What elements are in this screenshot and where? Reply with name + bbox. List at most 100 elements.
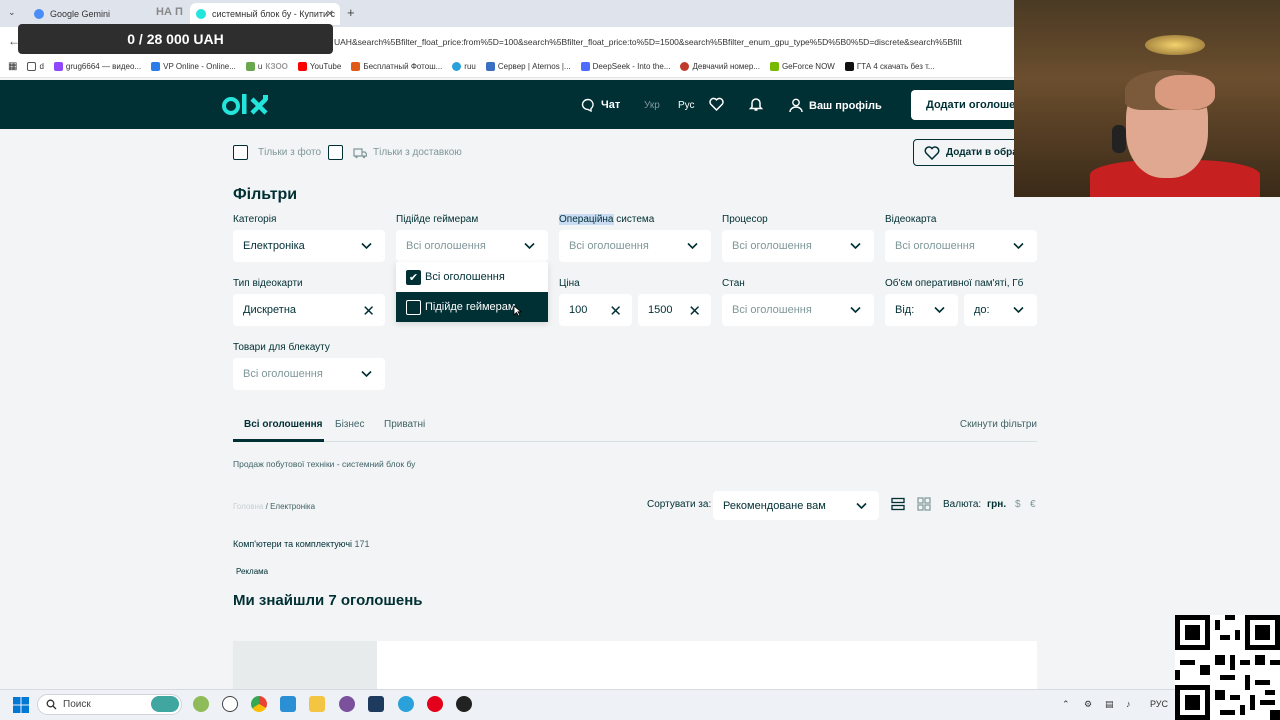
dropdown-option-gamers[interactable]: Підійде геймерам xyxy=(396,292,548,322)
gamers-label: Підійде геймерам xyxy=(396,214,479,225)
vscode-icon[interactable] xyxy=(280,696,296,712)
gpu-select[interactable]: Всі оголошення xyxy=(885,230,1037,262)
penguin-app-icon[interactable] xyxy=(222,696,238,712)
delivery-only-checkbox[interactable] xyxy=(328,145,343,160)
tab-all[interactable]: Всі оголошення xyxy=(244,419,322,430)
condition-select[interactable]: Всі оголошення xyxy=(722,294,874,326)
bookmark-item[interactable]: ruu xyxy=(452,62,476,71)
bookmark-item[interactable]: Девчачий номер... xyxy=(680,62,760,71)
lang-ukr[interactable]: Укр xyxy=(644,100,660,111)
os-select[interactable]: Всі оголошення xyxy=(559,230,711,262)
add-listing-button[interactable]: Додати оголоше xyxy=(911,90,1021,120)
clear-icon[interactable]: ✕ xyxy=(609,302,622,320)
chat-link[interactable]: Чат xyxy=(581,98,620,112)
donation-goal-overlay: 0 / 28 000 UAH xyxy=(18,24,333,54)
currency-uah[interactable]: грн. xyxy=(987,499,1006,510)
profile-link[interactable]: Ваш профіль xyxy=(789,98,882,113)
opera-icon[interactable] xyxy=(427,696,443,712)
category-count-link[interactable]: Комп'ютери та комплектуючі 171 xyxy=(233,539,370,549)
telegram-icon[interactable] xyxy=(398,696,414,712)
windows-start-icon[interactable] xyxy=(13,697,29,713)
delivery-only-toggle[interactable]: Тільки з доставкою xyxy=(328,145,462,160)
widget-icon[interactable] xyxy=(151,696,179,712)
gamers-select[interactable]: Всі оголошення xyxy=(396,230,548,262)
dropdown-option-all[interactable]: ✔ Всі оголошення xyxy=(396,262,548,292)
webcam-hand xyxy=(1155,75,1215,110)
tab-list-chevron-icon[interactable]: ⌄ xyxy=(8,7,16,18)
listing-image[interactable] xyxy=(233,641,377,689)
checkbox-empty-icon[interactable] xyxy=(406,299,421,315)
bell-icon[interactable] xyxy=(748,96,764,115)
photoshop-icon xyxy=(351,62,361,71)
lang-rus[interactable]: Рус xyxy=(678,100,695,111)
language-indicator[interactable]: РУС xyxy=(1150,699,1168,709)
bookmark-item[interactable]: d xyxy=(27,62,44,71)
bookmark-item[interactable]: Сервер | Aternos |... xyxy=(485,62,571,71)
cpu-label: Процесор xyxy=(722,214,768,225)
folder-icon xyxy=(27,62,37,71)
category-select[interactable]: Електроніка xyxy=(233,230,385,262)
list-view-icon[interactable] xyxy=(891,497,905,514)
bookmark-item[interactable]: GeForce NOW xyxy=(769,62,835,71)
favorites-label: Додати в обра xyxy=(946,147,1018,158)
bookmark-overlay: КЗОО xyxy=(265,62,288,71)
category-count-value: 171 xyxy=(354,539,370,549)
bookmark-item[interactable]: Бесплатный Фотош... xyxy=(351,62,442,71)
cpu-select[interactable]: Всі оголошення xyxy=(722,230,874,262)
clear-icon[interactable]: ✕ xyxy=(688,302,701,320)
photo-only-checkbox[interactable] xyxy=(233,145,248,160)
bookmark-item[interactable]: ГТА 4 скачать без т... xyxy=(844,62,935,71)
bookmark-item[interactable]: DeepSeek - Into the... xyxy=(580,62,670,71)
gpu-type-select[interactable]: Дискретна ✕ xyxy=(233,294,385,326)
tab-business[interactable]: Бізнес xyxy=(335,419,364,430)
chat-label: Чат xyxy=(601,99,621,111)
chrome-icon[interactable] xyxy=(251,696,267,712)
bookmark-item[interactable]: grug6664 — видео... xyxy=(53,62,141,71)
breadcrumb-electronics[interactable]: / Електроніка xyxy=(266,502,315,511)
new-tab-icon[interactable]: + xyxy=(347,5,355,20)
url-field[interactable]: UAH&search%5Bfilter_float_price:from%5D=… xyxy=(334,37,1014,47)
olx-logo[interactable] xyxy=(222,91,274,119)
file-explorer-icon[interactable] xyxy=(309,696,325,712)
heart-icon[interactable] xyxy=(709,97,724,114)
bookmark-item[interactable]: u КЗОО xyxy=(245,62,288,71)
reset-filters-link[interactable]: Скинути фільтри xyxy=(960,419,1037,430)
tab-private[interactable]: Приватні xyxy=(384,419,425,430)
tray-chevron-icon[interactable]: ⌃ xyxy=(1062,699,1070,710)
bookmark-item[interactable]: VP Online - Online... xyxy=(151,62,236,71)
apps-grid-icon[interactable]: ▦ xyxy=(8,61,17,72)
photo-only-toggle[interactable]: Тільки з фото xyxy=(233,145,321,160)
geforce-icon xyxy=(769,62,779,71)
price-from-input[interactable]: 100 ✕ xyxy=(559,294,632,326)
bookmark-label: Девчачий номер... xyxy=(692,62,760,71)
clear-icon[interactable]: ✕ xyxy=(362,302,375,320)
blackout-select[interactable]: Всі оголошення xyxy=(233,358,385,390)
grid-view-icon[interactable] xyxy=(917,497,931,514)
price-to-input[interactable]: 1500 ✕ xyxy=(638,294,711,326)
obs-icon[interactable] xyxy=(456,696,472,712)
checkmark-icon[interactable]: ✔ xyxy=(406,269,421,285)
tab-olx[interactable]: системный блок бу - Купити с ✕ xyxy=(190,3,340,25)
add-to-favorites-button[interactable]: Додати в обра xyxy=(913,139,1023,166)
network-icon[interactable]: ▤ xyxy=(1105,699,1114,710)
sort-select[interactable]: Рекомендоване вам xyxy=(713,491,879,520)
volume-icon[interactable]: ♪ xyxy=(1126,699,1131,709)
currency-eur[interactable]: € xyxy=(1030,499,1036,510)
twitch-icon xyxy=(53,62,63,71)
currency-usd[interactable]: $ xyxy=(1015,499,1021,510)
bookmark-item[interactable]: YouTube xyxy=(297,62,341,71)
maps-icon[interactable] xyxy=(193,696,209,712)
tab-label: системный блок бу - Купити с xyxy=(212,9,336,19)
qr-code xyxy=(1175,615,1280,720)
breadcrumb-home[interactable]: Головна xyxy=(233,502,263,511)
ram-to-select[interactable]: до: xyxy=(964,294,1037,326)
app-icon[interactable] xyxy=(368,696,384,712)
breadcrumb: Головна / Електроніка xyxy=(233,502,315,511)
os-label-highlight: Операційна xyxy=(559,214,614,225)
condition-value: Всі оголошення xyxy=(732,304,812,316)
viber-icon[interactable] xyxy=(339,696,355,712)
sort-value: Рекомендоване вам xyxy=(723,499,826,512)
tray-app-icon[interactable]: ⚙ xyxy=(1084,699,1092,710)
ram-from-select[interactable]: Від: xyxy=(885,294,958,326)
close-tab-icon[interactable]: ✕ xyxy=(326,9,334,20)
